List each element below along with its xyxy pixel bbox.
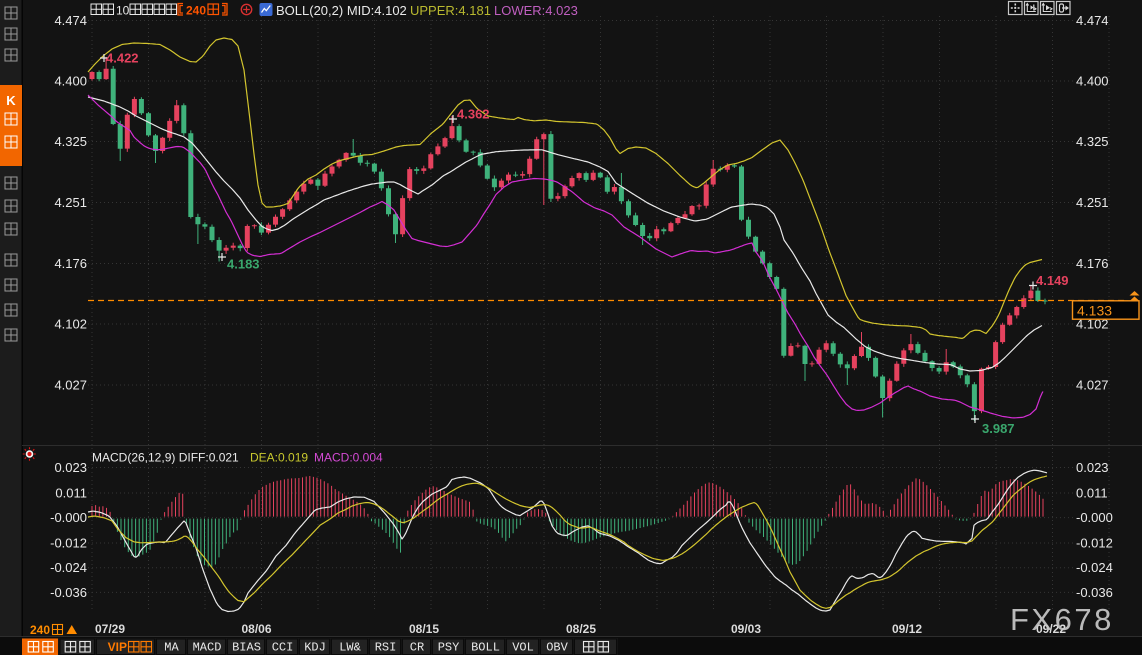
svg-text:FX678: FX678 xyxy=(1010,602,1114,637)
svg-text:08/06: 08/06 xyxy=(241,622,271,636)
svg-text:4.027: 4.027 xyxy=(54,378,87,393)
svg-text:CR: CR xyxy=(410,641,424,655)
svg-text:10: 10 xyxy=(116,4,130,18)
svg-text:-0.036: -0.036 xyxy=(50,585,87,600)
svg-text:-0.024: -0.024 xyxy=(1076,560,1113,575)
svg-text:0.011: 0.011 xyxy=(1076,486,1108,501)
svg-text:4.102: 4.102 xyxy=(54,317,87,332)
svg-text:CCI: CCI xyxy=(272,641,294,655)
svg-text:4.362: 4.362 xyxy=(457,107,490,122)
svg-text:4.474: 4.474 xyxy=(54,13,87,28)
svg-text:4.474: 4.474 xyxy=(1076,13,1109,28)
svg-text:VIP: VIP xyxy=(108,640,127,654)
svg-text:-0.012: -0.012 xyxy=(50,536,87,551)
svg-text:BOLL(20,2) MID:4.102: BOLL(20,2) MID:4.102 xyxy=(276,3,407,18)
svg-text:4.422: 4.422 xyxy=(106,51,139,66)
svg-text:MACD: MACD xyxy=(193,641,222,655)
svg-text:MACD:0.004: MACD:0.004 xyxy=(314,451,383,465)
svg-text:-0.012: -0.012 xyxy=(1076,536,1113,551)
svg-text:4.325: 4.325 xyxy=(54,134,87,149)
svg-text:4.251: 4.251 xyxy=(54,195,87,210)
svg-text:3.987: 3.987 xyxy=(982,421,1015,436)
svg-text:240: 240 xyxy=(186,4,206,18)
svg-text:4.133: 4.133 xyxy=(1077,302,1112,318)
svg-text:LOWER:4.023: LOWER:4.023 xyxy=(494,3,578,18)
svg-text:4.400: 4.400 xyxy=(1076,74,1109,89)
svg-text:PSY: PSY xyxy=(438,641,460,655)
svg-text:4.176: 4.176 xyxy=(1076,256,1109,271)
svg-text:MACD(26,12,9) DIFF:0.021: MACD(26,12,9) DIFF:0.021 xyxy=(92,451,239,465)
svg-text:-0.000: -0.000 xyxy=(50,510,87,525)
svg-text:4.027: 4.027 xyxy=(1076,378,1109,393)
svg-text:DEA:0.019: DEA:0.019 xyxy=(250,451,308,465)
svg-text:4.251: 4.251 xyxy=(1076,195,1109,210)
svg-text:0.011: 0.011 xyxy=(55,486,87,501)
svg-text:08/15: 08/15 xyxy=(409,622,439,636)
svg-text:4.325: 4.325 xyxy=(1076,134,1109,149)
svg-text:0.023: 0.023 xyxy=(1076,460,1109,475)
svg-text:LW&: LW& xyxy=(339,641,361,655)
svg-text:OBV: OBV xyxy=(546,641,568,655)
svg-text:4.183: 4.183 xyxy=(227,257,260,272)
svg-text:09/12: 09/12 xyxy=(892,622,922,636)
svg-text:BOLL: BOLL xyxy=(471,641,500,655)
svg-text:UPPER:4.181: UPPER:4.181 xyxy=(410,3,491,18)
svg-text:07/29: 07/29 xyxy=(95,622,125,636)
svg-text:VOL: VOL xyxy=(512,641,534,655)
svg-text:KDJ: KDJ xyxy=(304,641,326,655)
svg-text:08/25: 08/25 xyxy=(566,622,596,636)
svg-text:0.023: 0.023 xyxy=(54,460,87,475)
svg-text:-0.036: -0.036 xyxy=(1076,585,1113,600)
svg-text:4.400: 4.400 xyxy=(54,74,87,89)
svg-text:4.176: 4.176 xyxy=(54,256,87,271)
svg-text:RSI: RSI xyxy=(375,641,397,655)
svg-text:240: 240 xyxy=(30,623,50,637)
svg-text:-0.024: -0.024 xyxy=(50,560,87,575)
svg-text:-0.000: -0.000 xyxy=(1076,510,1113,525)
svg-text:K: K xyxy=(6,93,16,108)
svg-text:09/03: 09/03 xyxy=(731,622,761,636)
svg-text:4.149: 4.149 xyxy=(1036,273,1069,288)
svg-text:MA: MA xyxy=(164,641,179,655)
svg-text:BIAS: BIAS xyxy=(232,641,261,655)
